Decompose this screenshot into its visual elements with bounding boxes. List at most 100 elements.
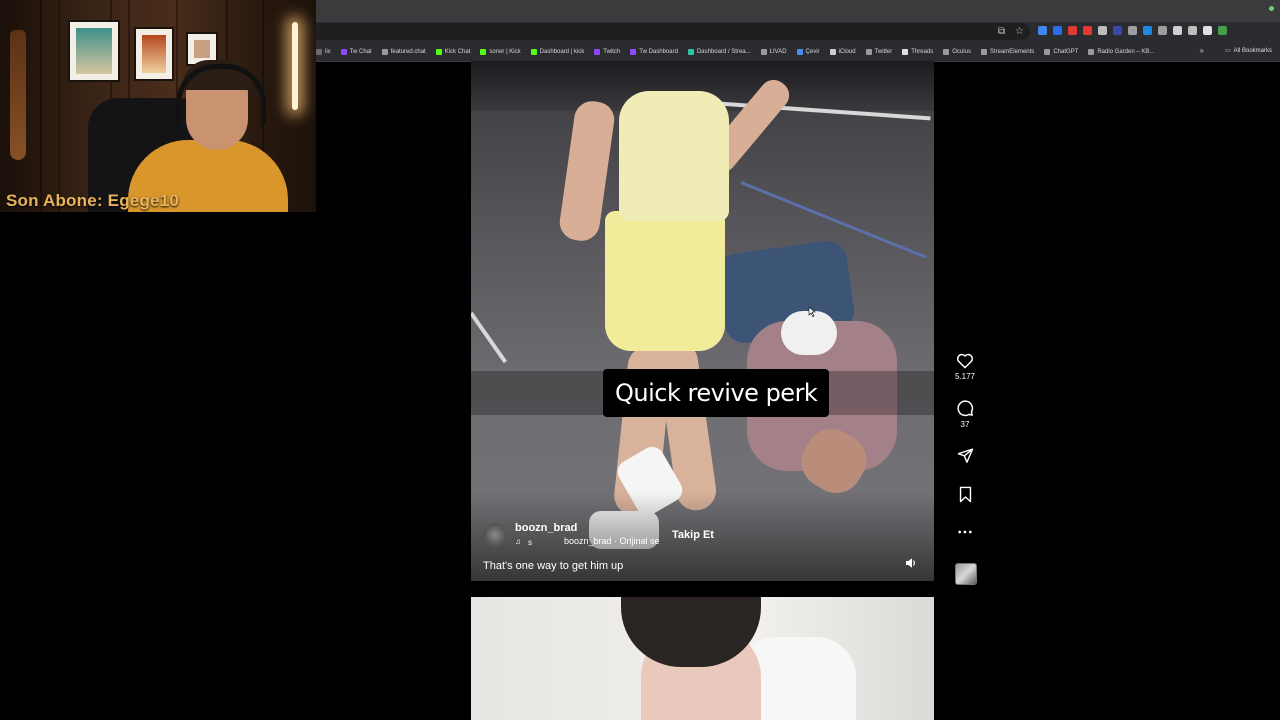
paper-plane-icon xyxy=(957,448,973,463)
heart-icon xyxy=(956,353,974,369)
link-icon xyxy=(316,48,322,55)
globe-icon xyxy=(980,48,987,55)
kick-icon xyxy=(480,48,487,55)
extension-icon[interactable] xyxy=(1173,26,1182,35)
woman-shorts xyxy=(605,211,725,351)
kick-icon xyxy=(530,48,537,55)
bookmark-label: Twitter xyxy=(874,48,893,55)
reel-video[interactable]: Quick revive perk boozn_brad ♫ s boozn_b… xyxy=(471,61,934,581)
bookmark-label: Threads xyxy=(911,48,934,55)
ellipsis-icon xyxy=(958,530,972,534)
globe-icon xyxy=(1044,48,1051,55)
bookmark-item[interactable]: ChatGPT xyxy=(1044,48,1079,55)
bookmark-item[interactable]: LIVAD xyxy=(760,48,787,55)
last-subscriber-text: Son Abone: Egege10 xyxy=(6,191,179,210)
bookmark-label: Çevir xyxy=(805,48,820,55)
audio-short-label: s xyxy=(528,538,532,547)
bookmark-label: ChatGPT xyxy=(1053,48,1079,55)
like-count: 5.177 xyxy=(954,372,976,381)
extension-icon[interactable] xyxy=(1203,26,1212,35)
speaker-icon[interactable] xyxy=(904,556,918,570)
extension-icon[interactable] xyxy=(1158,26,1167,35)
comment-icon xyxy=(957,400,974,417)
bookmark-item[interactable]: Radio Garden – KB... xyxy=(1088,48,1155,55)
bookmark-label: iCloud xyxy=(838,48,856,55)
bookmark-item[interactable]: Çevir xyxy=(796,48,820,55)
webcam-overlay: Son Abone: Egege10 xyxy=(0,0,316,212)
bookmark-label: Oculus xyxy=(952,48,971,55)
extension-icon[interactable] xyxy=(1218,26,1227,35)
bookmark-item[interactable]: Tw Dashboard xyxy=(630,48,678,55)
extension-icon[interactable] xyxy=(1053,26,1062,35)
bookmark-label: Twitch xyxy=(603,48,621,55)
more-options-button[interactable] xyxy=(955,526,975,538)
extension-icon[interactable] xyxy=(1098,26,1107,35)
comment-count: 37 xyxy=(960,420,970,429)
parking-line xyxy=(471,311,508,364)
bookmarks-overflow-button[interactable]: » xyxy=(1200,46,1204,55)
follow-button[interactable]: Takip Et xyxy=(672,529,714,541)
like-button[interactable]: 5.177 xyxy=(955,352,975,381)
extension-icon[interactable] xyxy=(1083,26,1092,35)
woman-top xyxy=(619,91,729,221)
audio-thumbnail[interactable] xyxy=(955,563,977,585)
bookmark-item[interactable]: Twitter xyxy=(865,48,893,55)
extension-icon[interactable] xyxy=(1128,26,1137,35)
extension-icon[interactable] xyxy=(1068,26,1077,35)
extension-icon[interactable] xyxy=(1038,26,1047,35)
twitch-icon xyxy=(594,48,601,55)
share-button[interactable] xyxy=(955,447,975,464)
cast-icon[interactable]: ⧉ xyxy=(998,27,1005,37)
bookmark-item[interactable]: Tw Chat xyxy=(340,48,372,55)
bookmark-item[interactable]: iCloud xyxy=(829,48,856,55)
save-button[interactable] xyxy=(955,486,975,503)
man-hat xyxy=(781,311,837,355)
kick-icon xyxy=(435,48,442,55)
headphones xyxy=(176,64,266,125)
folder-icon: ▭ xyxy=(1224,48,1231,54)
address-bar[interactable]: ⧉ ☆ xyxy=(316,23,1030,40)
bookmarks-bar: lix Tw Chat featured.chat Kick Chat soner | … xyxy=(316,42,1280,62)
globe-icon xyxy=(1088,48,1095,55)
audio-track-label[interactable]: boozn_brad · Orijinal se xyxy=(564,536,660,546)
author-username[interactable]: boozn_brad xyxy=(515,522,577,534)
neon-lamp xyxy=(292,22,298,110)
translate-icon xyxy=(796,48,803,55)
wall-frame xyxy=(134,27,174,81)
bookmark-item[interactable]: lix xyxy=(316,48,331,55)
wall-frame xyxy=(68,20,120,82)
browser-tab-strip xyxy=(316,0,1280,22)
twitch-icon xyxy=(340,48,347,55)
next-reel-preview[interactable] xyxy=(471,597,934,720)
threads-icon xyxy=(902,48,909,55)
bookmark-item[interactable]: Threads xyxy=(902,48,934,55)
music-note-icon: ♫ xyxy=(515,537,521,546)
bookmark-item[interactable]: featured.chat xyxy=(381,48,426,55)
bookmark-item[interactable]: soner | Kick xyxy=(480,48,521,55)
bookmark-item[interactable]: Oculus xyxy=(943,48,971,55)
twitch-icon xyxy=(630,48,637,55)
globe-icon xyxy=(760,48,767,55)
comment-button[interactable]: 37 xyxy=(955,399,975,429)
bookmark-item[interactable]: StreamElements xyxy=(980,48,1034,55)
all-bookmarks-button[interactable]: ▭ All Bookmarks xyxy=(1224,47,1272,55)
streamlabs-icon xyxy=(687,48,694,55)
bookmark-label: featured.chat xyxy=(390,48,426,55)
globe-icon xyxy=(381,48,388,55)
bookmark-list: lix Tw Chat featured.chat Kick Chat soner | … xyxy=(316,48,1164,55)
cloud-icon xyxy=(829,48,836,55)
extension-icon[interactable] xyxy=(1188,26,1197,35)
bookmark-item[interactable]: Kick Chat xyxy=(435,48,470,55)
bookmark-label: Tw Chat xyxy=(349,48,372,55)
bookmark-label: Radio Garden – KB... xyxy=(1097,48,1155,55)
author-avatar[interactable] xyxy=(483,523,507,547)
extension-icon[interactable] xyxy=(1113,26,1122,35)
bookmark-item[interactable]: Dashboard / Strea... xyxy=(687,48,751,55)
bookmark-label: Dashboard / Strea... xyxy=(696,48,751,55)
bookmark-label: lix xyxy=(325,48,331,55)
bookmark-star-icon[interactable]: ☆ xyxy=(1015,27,1024,37)
bookmark-item[interactable]: Dashboard | kick xyxy=(530,48,584,55)
extension-icon[interactable] xyxy=(1143,26,1152,35)
bookmark-item[interactable]: Twitch xyxy=(594,48,621,55)
all-bookmarks-label: All Bookmarks xyxy=(1233,47,1272,54)
